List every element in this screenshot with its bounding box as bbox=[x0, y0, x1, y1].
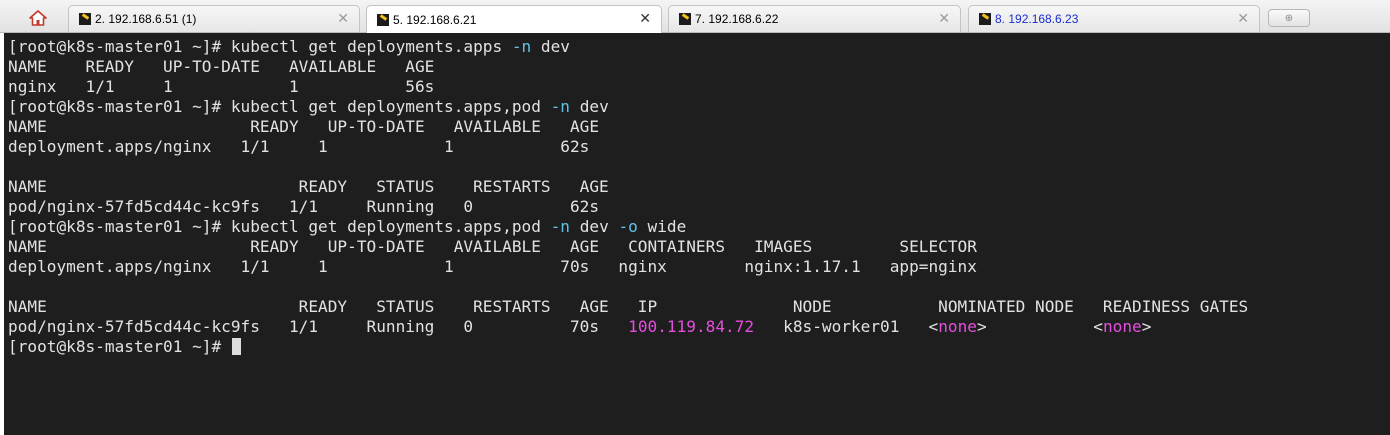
terminal-text: nginx 1/1 1 1 56s bbox=[8, 77, 435, 96]
terminal-text: NAME READY UP-TO-DATE AVAILABLE AGE bbox=[8, 117, 600, 136]
tab-session-5[interactable]: 5. 192.168.6.21 ✕ bbox=[366, 5, 662, 33]
terminal-text: -n bbox=[550, 97, 570, 116]
terminal-text: NAME READY STATUS RESTARTS AGE IP NODE N… bbox=[8, 297, 1249, 316]
close-icon[interactable]: ✕ bbox=[337, 11, 349, 25]
terminal-text: -o bbox=[618, 217, 638, 236]
terminal-text: -n bbox=[550, 217, 570, 236]
terminal-line: NAME READY UP-TO-DATE AVAILABLE AGE bbox=[8, 117, 1390, 137]
terminal-line: NAME READY STATUS RESTARTS AGE IP NODE N… bbox=[8, 297, 1390, 317]
tab-bar: 2. 192.168.6.51 (1) ✕ 5. 192.168.6.21 ✕ … bbox=[0, 0, 1390, 33]
terminal-icon bbox=[377, 13, 389, 26]
terminal-line: deployment.apps/nginx 1/1 1 1 70s nginx … bbox=[8, 257, 1390, 277]
terminal-line: pod/nginx-57fd5cd44c-kc9fs 1/1 Running 0… bbox=[8, 197, 1390, 217]
terminal-text: k8s-worker01 < bbox=[754, 317, 939, 336]
tab-label: 8. 192.168.6.23 bbox=[995, 12, 1079, 26]
close-icon[interactable]: ✕ bbox=[639, 11, 651, 25]
new-tab-button[interactable]: ⊕ bbox=[1268, 9, 1310, 27]
terminal-text: [root@k8s-master01 ~]# kubectl get deplo… bbox=[8, 97, 551, 116]
terminal-text: > < bbox=[976, 317, 1103, 336]
terminal-line: NAME READY STATUS RESTARTS AGE bbox=[8, 177, 1390, 197]
terminal-line: [root@k8s-master01 ~]# kubectl get deplo… bbox=[8, 217, 1390, 237]
terminal-text: -n bbox=[511, 37, 532, 56]
terminal-text: 100.119.84.72 bbox=[628, 317, 755, 336]
terminal-text: deployment.apps/nginx 1/1 1 1 70s nginx … bbox=[8, 257, 977, 276]
terminal-icon bbox=[979, 13, 991, 25]
terminal-icon bbox=[79, 13, 91, 25]
terminal-line: [root@k8s-master01 ~]# bbox=[8, 337, 1390, 357]
terminal-text: NAME READY UP-TO-DATE AVAILABLE AGE CONT… bbox=[8, 237, 977, 256]
plus-icon: ⊕ bbox=[1284, 12, 1294, 24]
terminal-text: none bbox=[938, 317, 977, 336]
terminal-text: [root@k8s-master01 ~]# kubectl get deplo… bbox=[8, 217, 551, 236]
tab-session-7[interactable]: 7. 192.168.6.22 ✕ bbox=[668, 5, 961, 32]
terminal-line: nginx 1/1 1 1 56s bbox=[8, 77, 1390, 97]
terminal-text: pod/nginx-57fd5cd44c-kc9fs 1/1 Running 0… bbox=[8, 317, 629, 336]
close-icon[interactable]: ✕ bbox=[1237, 11, 1249, 25]
tab-label: 2. 192.168.6.51 (1) bbox=[95, 12, 197, 26]
terminal-line: deployment.apps/nginx 1/1 1 1 62s bbox=[8, 137, 1390, 157]
terminal-text: dev bbox=[531, 37, 570, 56]
terminal-icon bbox=[679, 13, 691, 25]
terminal-text: NAME READY STATUS RESTARTS AGE bbox=[8, 177, 609, 196]
terminal-text: dev bbox=[570, 217, 619, 236]
terminal-text: wide bbox=[637, 217, 687, 236]
tab-session-2[interactable]: 2. 192.168.6.51 (1) ✕ bbox=[68, 5, 360, 32]
terminal-text: deployment.apps/nginx 1/1 1 1 62s bbox=[8, 137, 590, 156]
terminal-line: NAME READY UP-TO-DATE AVAILABLE AGE bbox=[8, 57, 1390, 77]
terminal-line: [root@k8s-master01 ~]# kubectl get deplo… bbox=[8, 37, 1390, 57]
terminal-text: pod/nginx-57fd5cd44c-kc9fs 1/1 Running 0… bbox=[8, 197, 600, 216]
terminal-line: [root@k8s-master01 ~]# kubectl get deplo… bbox=[8, 97, 1390, 117]
terminal-text: > bbox=[1141, 317, 1152, 336]
tab-label: 5. 192.168.6.21 bbox=[393, 12, 477, 27]
terminal-text: none bbox=[1102, 317, 1142, 336]
terminal-text: [root@k8s-master01 ~]# kubectl get deplo… bbox=[8, 37, 512, 56]
tab-label: 7. 192.168.6.22 bbox=[695, 12, 779, 26]
terminal-text: dev bbox=[570, 97, 609, 116]
home-icon[interactable] bbox=[22, 6, 54, 30]
terminal-line: NAME READY UP-TO-DATE AVAILABLE AGE CONT… bbox=[8, 237, 1390, 257]
close-icon[interactable]: ✕ bbox=[938, 11, 950, 25]
terminal-cursor bbox=[231, 338, 241, 355]
terminal-text: [root@k8s-master01 ~]# bbox=[8, 337, 231, 356]
tab-session-8[interactable]: 8. 192.168.6.23 ✕ bbox=[968, 5, 1260, 32]
terminal-text: NAME READY UP-TO-DATE AVAILABLE AGE bbox=[8, 57, 435, 76]
terminal-output[interactable]: [root@k8s-master01 ~]# kubectl get deplo… bbox=[4, 33, 1390, 435]
terminal-line: pod/nginx-57fd5cd44c-kc9fs 1/1 Running 0… bbox=[8, 317, 1390, 337]
